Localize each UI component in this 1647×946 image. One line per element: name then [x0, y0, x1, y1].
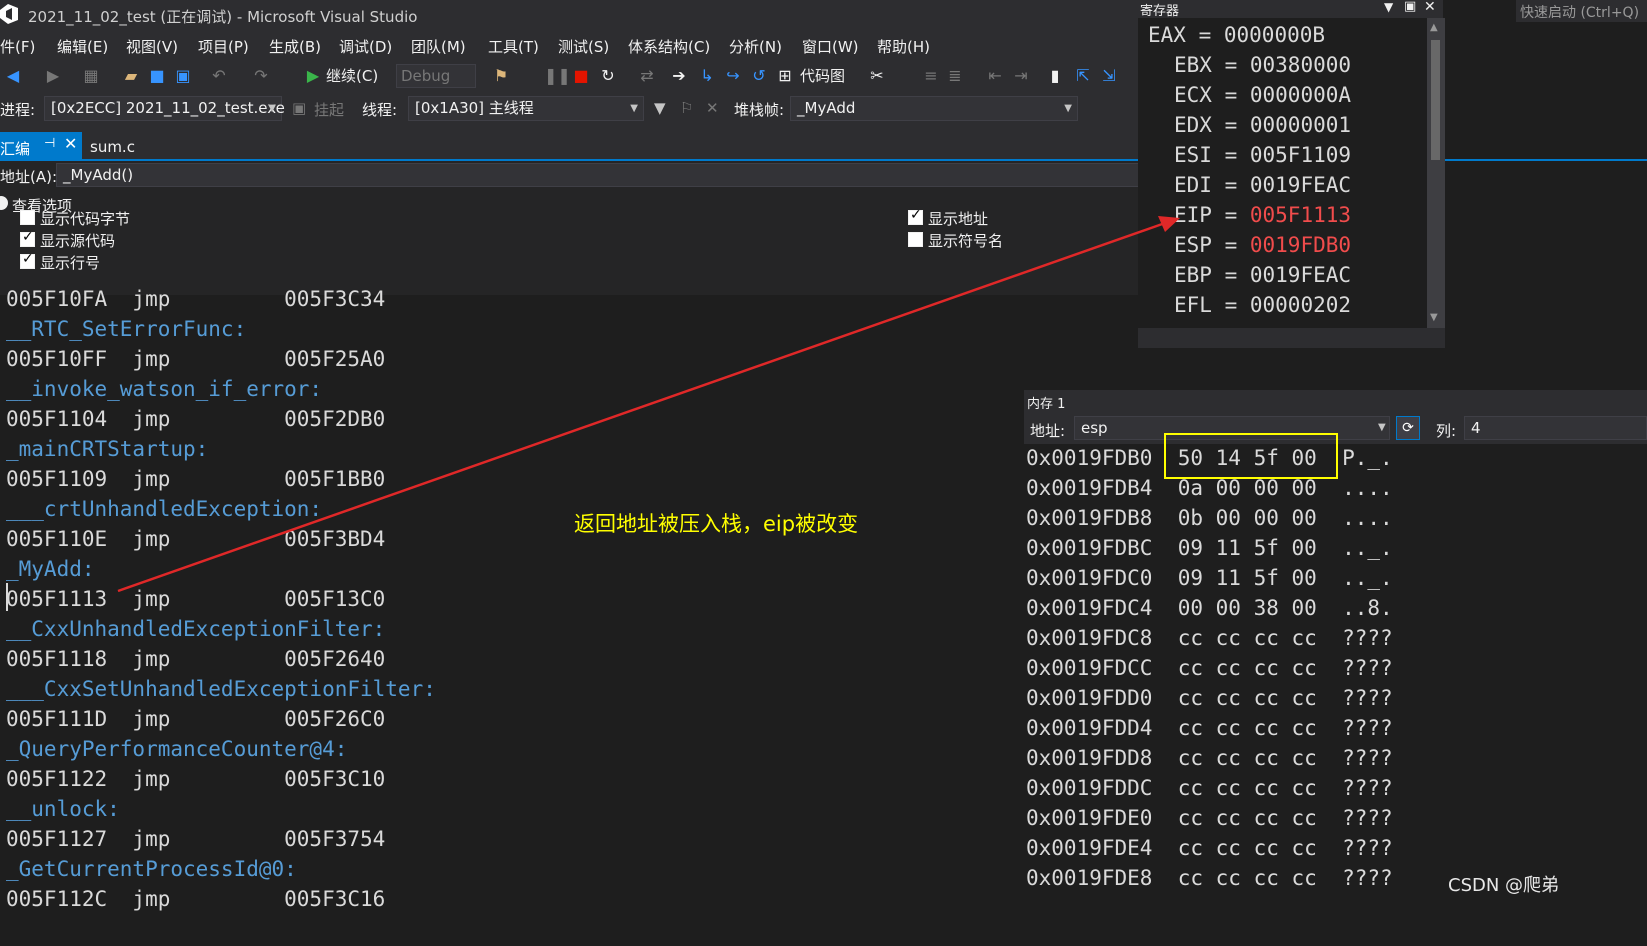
annotation-arrow	[117, 216, 1180, 593]
watermark: CSDN @爬弟	[1448, 875, 1560, 896]
